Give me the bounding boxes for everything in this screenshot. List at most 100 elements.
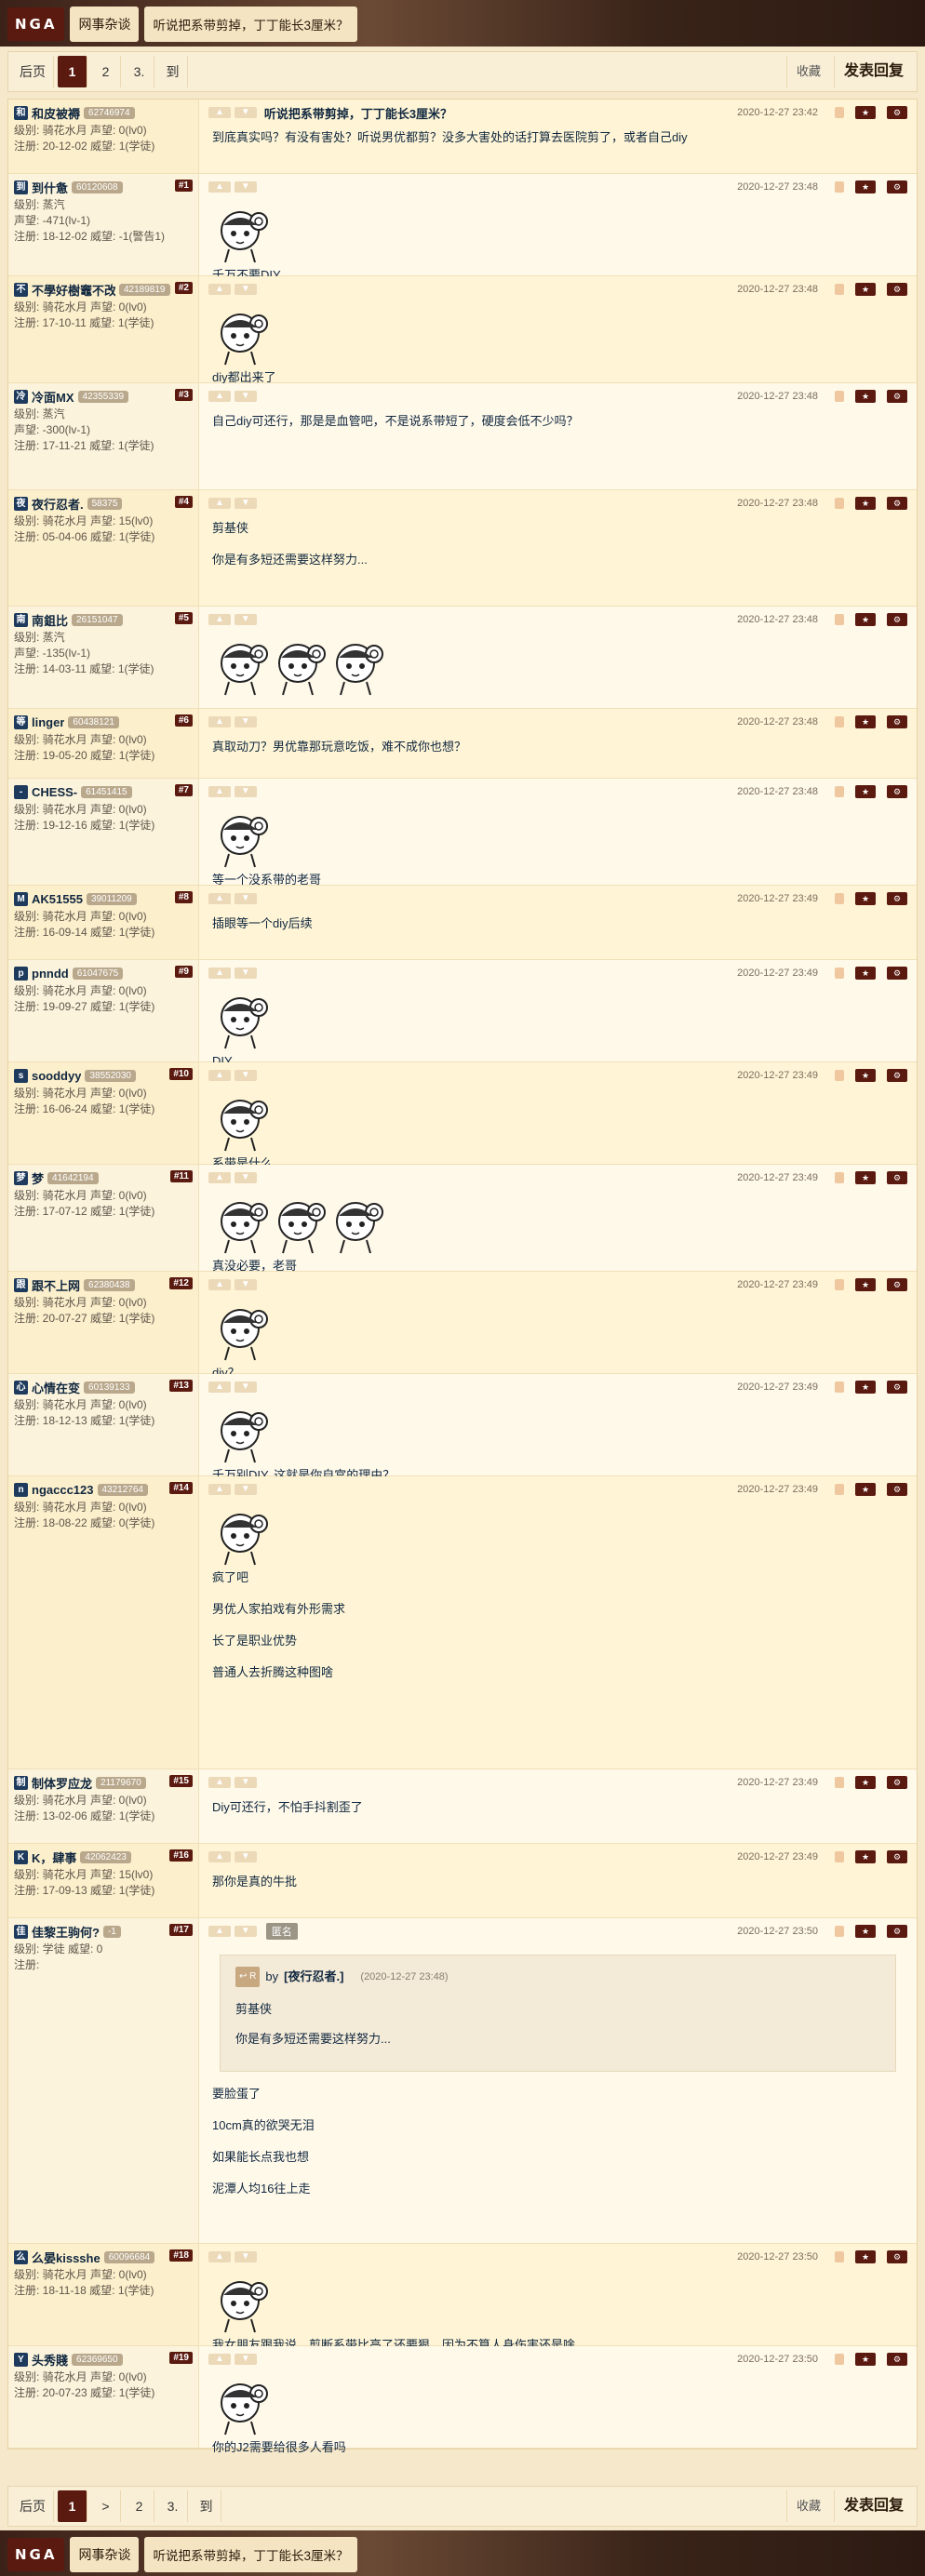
user-id-badge[interactable]: 42355339 xyxy=(77,390,129,403)
avatar[interactable]: 佳 xyxy=(14,1924,28,1939)
gear-icon[interactable]: ⚙ xyxy=(887,967,907,980)
user-id-badge[interactable]: 60120608 xyxy=(72,180,123,194)
user-id-badge[interactable]: 58375 xyxy=(87,497,123,510)
avatar[interactable]: 梦 xyxy=(14,1170,28,1185)
user-id-badge[interactable]: 62380438 xyxy=(84,1278,135,1291)
thumb-icon[interactable]: ▲ xyxy=(208,1484,231,1495)
thumb-down-icon[interactable]: ▼ xyxy=(234,1381,257,1393)
avatar[interactable]: 么 xyxy=(14,2249,28,2264)
thumb-icon[interactable]: ▲ xyxy=(208,1172,231,1183)
user-id-badge[interactable]: 21179670 xyxy=(96,1776,146,1789)
sticker-icon[interactable] xyxy=(835,391,844,402)
avatar[interactable]: K xyxy=(14,1849,28,1864)
user-id-badge[interactable]: 62746974 xyxy=(84,106,135,119)
thumb-down-icon[interactable]: ▼ xyxy=(234,2354,257,2365)
breadcrumb-thread[interactable]: 听说把系带剪掉，丁丁能长3厘米？ xyxy=(144,7,357,42)
user-id-badge[interactable]: 62369650 xyxy=(72,2353,123,2366)
username-link[interactable]: 么晏kissshe xyxy=(32,2249,101,2266)
thumb-down-icon[interactable]: ▼ xyxy=(234,893,257,904)
prev-page-button[interactable]: 后页 xyxy=(12,56,54,87)
thumb-down-icon[interactable]: ▼ xyxy=(234,968,257,979)
username-link[interactable]: sooddyy xyxy=(32,1069,81,1083)
star-icon[interactable]: ★ xyxy=(855,283,876,296)
avatar[interactable]: n xyxy=(14,1482,28,1497)
thumb-icon[interactable]: ▲ xyxy=(208,1926,231,1937)
star-icon[interactable]: ★ xyxy=(855,1776,876,1789)
sticker-icon[interactable] xyxy=(835,893,844,904)
favorite-button[interactable]: 收藏 xyxy=(785,56,830,87)
prev-page-button[interactable]: 后页 xyxy=(12,2490,54,2522)
gear-icon[interactable]: ⚙ xyxy=(887,2353,907,2366)
sticker-icon[interactable] xyxy=(835,2354,844,2365)
thumb-down-icon[interactable]: ▼ xyxy=(234,1279,257,1290)
username-link[interactable]: pnndd xyxy=(32,967,69,981)
sticker-icon[interactable] xyxy=(835,1926,844,1937)
avatar[interactable]: 跟 xyxy=(14,1277,28,1292)
gear-icon[interactable]: ⚙ xyxy=(887,1483,907,1496)
avatar[interactable]: p xyxy=(14,966,28,981)
next-page-button[interactable]: > xyxy=(91,2490,121,2522)
page-1-button[interactable]: 1 xyxy=(58,2490,87,2522)
star-icon[interactable]: ★ xyxy=(855,1278,876,1291)
avatar[interactable]: 不 xyxy=(14,282,28,297)
sticker-icon[interactable] xyxy=(835,181,844,193)
goto-page-button[interactable]: 到 xyxy=(192,2490,221,2522)
star-icon[interactable]: ★ xyxy=(855,892,876,905)
sticker-icon[interactable] xyxy=(835,284,844,295)
thumb-icon[interactable]: ▲ xyxy=(208,107,231,118)
star-icon[interactable]: ★ xyxy=(855,2353,876,2366)
user-id-badge[interactable]: 41642194 xyxy=(47,1171,99,1184)
thumb-down-icon[interactable]: ▼ xyxy=(234,1926,257,1937)
gear-icon[interactable]: ⚙ xyxy=(887,1776,907,1789)
thumb-down-icon[interactable]: ▼ xyxy=(234,1070,257,1081)
sticker-icon[interactable] xyxy=(835,1172,844,1183)
floor-number[interactable]: #1 xyxy=(174,180,193,192)
page-2-button[interactable]: 2 xyxy=(125,2490,154,2522)
star-icon[interactable]: ★ xyxy=(855,180,876,194)
floor-number[interactable]: #12 xyxy=(169,1277,193,1289)
avatar[interactable]: 到 xyxy=(14,180,28,194)
username-link[interactable]: AK51555 xyxy=(32,892,83,906)
user-id-badge[interactable]: 42189819 xyxy=(119,283,170,296)
sticker-icon[interactable] xyxy=(835,498,844,509)
username-link[interactable]: CHESS- xyxy=(32,785,77,799)
thumb-down-icon[interactable]: ▼ xyxy=(234,1777,257,1788)
gear-icon[interactable]: ⚙ xyxy=(887,1069,907,1082)
user-id-badge[interactable]: 42062423 xyxy=(80,1850,131,1863)
thumb-icon[interactable]: ▲ xyxy=(208,181,231,193)
username-link[interactable]: 梦 xyxy=(32,1169,44,1187)
page-3-button[interactable]: 3. xyxy=(158,2490,188,2522)
sticker-icon[interactable] xyxy=(835,716,844,727)
floor-number[interactable]: #2 xyxy=(174,282,193,294)
star-icon[interactable]: ★ xyxy=(855,1171,876,1184)
reply-button[interactable]: 发表回复 xyxy=(833,2490,913,2522)
thumb-down-icon[interactable]: ▼ xyxy=(234,107,257,118)
page-1-button[interactable]: 1 xyxy=(58,56,87,87)
username-link[interactable]: 南鉏比 xyxy=(32,611,68,629)
gear-icon[interactable]: ⚙ xyxy=(887,390,907,403)
username-link[interactable]: 到什惫 xyxy=(32,179,68,196)
thumb-icon[interactable]: ▲ xyxy=(208,786,231,797)
avatar[interactable]: 南 xyxy=(14,612,28,627)
thumb-icon[interactable]: ▲ xyxy=(208,1777,231,1788)
star-icon[interactable]: ★ xyxy=(855,715,876,728)
sticker-icon[interactable] xyxy=(835,1777,844,1788)
floor-number[interactable]: #9 xyxy=(174,966,193,978)
gear-icon[interactable]: ⚙ xyxy=(887,1171,907,1184)
user-id-badge[interactable]: 61047675 xyxy=(72,967,124,980)
avatar[interactable]: s xyxy=(14,1068,28,1083)
thumb-icon[interactable]: ▲ xyxy=(208,2354,231,2365)
thumb-down-icon[interactable]: ▼ xyxy=(234,284,257,295)
floor-number[interactable]: #16 xyxy=(169,1849,193,1862)
thumb-down-icon[interactable]: ▼ xyxy=(234,181,257,193)
gear-icon[interactable]: ⚙ xyxy=(887,180,907,194)
thumb-icon[interactable]: ▲ xyxy=(208,1279,231,1290)
gear-icon[interactable]: ⚙ xyxy=(887,785,907,798)
user-id-badge[interactable]: 60139133 xyxy=(84,1381,135,1394)
floor-number[interactable]: #13 xyxy=(169,1380,193,1392)
thumb-icon[interactable]: ▲ xyxy=(208,391,231,402)
star-icon[interactable]: ★ xyxy=(855,1069,876,1082)
floor-number[interactable]: #17 xyxy=(169,1924,193,1936)
thumb-icon[interactable]: ▲ xyxy=(208,1851,231,1862)
avatar[interactable]: 等 xyxy=(14,714,28,729)
